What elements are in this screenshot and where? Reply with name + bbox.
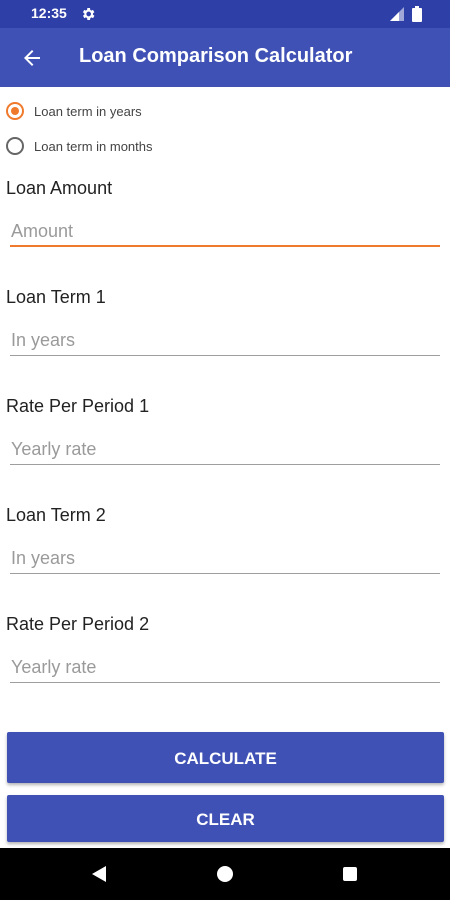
radio-label-years: Loan term in years [34,103,142,119]
signal-icon [390,7,404,21]
loan-amount-input[interactable] [10,217,440,247]
loan-amount-label: Loan Amount [6,178,113,198]
radio-term-years[interactable]: Loan term in years [6,99,142,123]
rate-1-input[interactable] [10,435,440,465]
loan-term-1-label: Loan Term 1 [6,287,106,307]
back-triangle-icon[interactable] [90,865,108,883]
radio-term-months[interactable]: Loan term in months [6,134,153,158]
rate-1-label: Rate Per Period 1 [6,396,150,416]
app-bar: Loan Comparison Calculator [0,28,450,87]
status-time: 12:35 [31,5,67,21]
loan-term-2-label: Loan Term 2 [6,505,106,525]
home-circle-icon[interactable] [217,866,233,882]
rate-2-input[interactable] [10,653,440,683]
radio-button-unchecked-icon[interactable] [6,137,24,155]
arrow-back-icon[interactable] [20,46,44,70]
rate-2-label: Rate Per Period 2 [6,614,150,634]
loan-term-2-input[interactable] [10,544,440,574]
status-bar: 12:35 [0,0,450,28]
gear-icon [82,8,95,20]
page-title: Loan Comparison Calculator [79,45,353,67]
battery-icon [412,6,422,22]
recents-square-icon[interactable] [343,867,357,881]
calculate-button[interactable]: CALCULATE [7,732,444,783]
loan-term-1-input[interactable] [10,326,440,356]
radio-label-months: Loan term in months [34,138,153,154]
navigation-bar [0,848,450,900]
clear-button[interactable]: CLEAR [7,795,444,842]
radio-button-checked-icon[interactable] [6,102,24,120]
